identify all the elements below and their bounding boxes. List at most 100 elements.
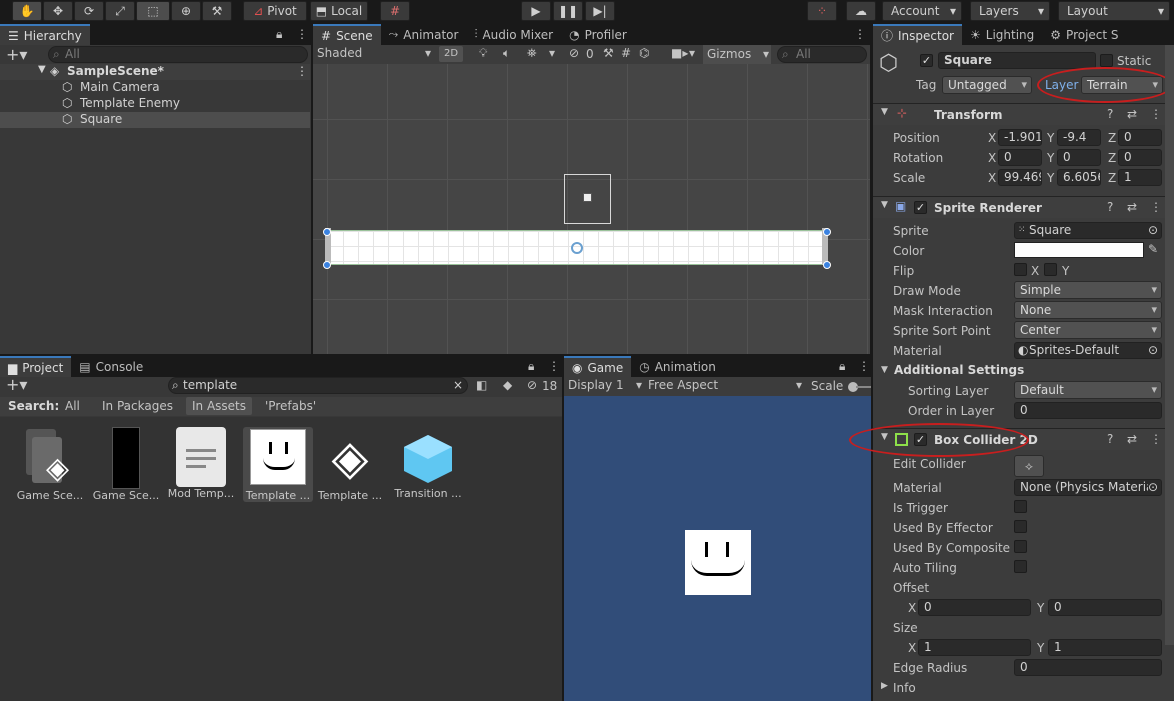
camera-icon[interactable]: ■▸ <box>671 46 688 60</box>
corner-handle[interactable] <box>823 261 831 269</box>
color-swatch[interactable] <box>1014 242 1144 258</box>
kebab-menu-icon[interactable]: ⋮ <box>296 27 308 41</box>
layout-dropdown[interactable]: Layout ▾ <box>1058 1 1170 21</box>
asset-item-selected[interactable]: Template ... <box>243 427 313 502</box>
object-picker-icon[interactable]: ⊙ <box>1148 343 1158 358</box>
flip-y-checkbox[interactable] <box>1044 263 1057 276</box>
info-foldout[interactable]: Info <box>893 681 916 695</box>
display-dropdown[interactable]: Display 1 ▾ <box>568 378 642 392</box>
auto-tiling-checkbox[interactable] <box>1014 560 1027 573</box>
transform-tool-button[interactable]: ⊕ <box>171 1 201 21</box>
transform-header[interactable]: ▼ ⊹ Transform ? ⇄ ⋮ <box>873 103 1168 125</box>
physics-material-field[interactable]: None (Physics Materia ⊙ <box>1014 479 1162 496</box>
used-by-composite-checkbox[interactable] <box>1014 540 1027 553</box>
position-z-field[interactable]: 0 <box>1118 129 1162 146</box>
kebab-menu-icon[interactable]: ⋮ <box>296 64 308 78</box>
preset-icon[interactable]: ⇄ <box>1127 107 1137 121</box>
gizmos-dropdown[interactable]: Gizmos ▾ <box>703 45 771 64</box>
tab-lighting[interactable]: ☀ Lighting <box>962 24 1042 45</box>
filter-in-assets[interactable]: In Assets <box>186 397 253 415</box>
clear-icon[interactable]: × <box>453 378 463 393</box>
edge-radius-field[interactable]: 0 <box>1014 659 1162 676</box>
kebab-menu-icon[interactable]: ⋮ <box>1150 200 1162 214</box>
tab-animator[interactable]: ⤳ Animator <box>381 24 467 45</box>
tab-console[interactable]: ▤ Console <box>71 356 151 377</box>
asset-item[interactable]: Transition ... <box>393 427 463 500</box>
kebab-menu-icon[interactable]: ⋮ <box>854 27 866 41</box>
hidden-packages-icon[interactable]: ⊘ <box>527 378 537 392</box>
scene-search-input[interactable]: ⌕ All <box>777 46 867 63</box>
tab-inspector[interactable]: ⓘ Inspector <box>873 24 962 45</box>
filter-in-packages[interactable]: In Packages <box>102 399 173 413</box>
preset-icon[interactable]: ⇄ <box>1127 200 1137 214</box>
help-icon[interactable]: ? <box>1107 432 1113 446</box>
hierarchy-search-input[interactable]: ⌕ All <box>48 46 308 63</box>
tab-scene[interactable]: # Scene <box>313 24 381 45</box>
filter-all[interactable]: All <box>65 399 80 413</box>
collapsed-arrow-icon[interactable]: ▶ <box>881 681 888 691</box>
hidden-objects-icon[interactable]: ⊘ <box>569 46 579 60</box>
effects-icon[interactable]: ⛯ <box>527 46 537 61</box>
scene-canvas[interactable] <box>313 64 870 354</box>
draw-mode-dropdown[interactable]: Simple <box>1014 281 1162 299</box>
game-view[interactable] <box>564 396 871 701</box>
position-x-field[interactable]: -1.901 <box>998 129 1042 146</box>
scale-tool-button[interactable]: ⤢ <box>105 1 135 21</box>
sort-point-dropdown[interactable]: Center <box>1014 321 1162 339</box>
tab-animation[interactable]: ◷ Animation <box>631 356 724 377</box>
used-by-effector-checkbox[interactable] <box>1014 520 1027 533</box>
scale-y-field[interactable]: 6.6056 <box>1057 169 1101 186</box>
filter-type-icon[interactable]: ◧ <box>476 378 487 392</box>
tab-project-settings[interactable]: ⚙ Project S <box>1042 24 1126 45</box>
scale-x-field[interactable]: 99.469 <box>998 169 1042 186</box>
kebab-menu-icon[interactable]: ⋮ <box>1150 432 1162 446</box>
pivot-handle[interactable] <box>571 242 583 254</box>
account-dropdown[interactable]: Account ▾ <box>882 1 962 21</box>
edit-collider-button[interactable]: ⟡ <box>1014 455 1044 477</box>
eyedropper-icon[interactable]: ✎ <box>1148 242 1158 256</box>
label-icon[interactable]: ◆ <box>503 378 512 392</box>
tab-hierarchy[interactable]: ☰ Hierarchy <box>0 24 90 45</box>
play-button[interactable]: ▶ <box>521 1 551 21</box>
collab-button[interactable]: ⁘ <box>807 1 837 21</box>
cloud-button[interactable]: ☁ <box>846 1 876 21</box>
hand-tool-button[interactable]: ✋ <box>12 1 42 21</box>
lock-icon[interactable]: 🔒︎ <box>528 359 534 374</box>
rect-tool-button[interactable]: ⬚ <box>136 1 170 21</box>
help-icon[interactable]: ? <box>1107 200 1113 214</box>
tab-project[interactable]: ▆ Project <box>0 356 72 377</box>
aspect-dropdown[interactable]: Free Aspect ▾ <box>648 378 802 392</box>
scale-z-field[interactable]: 1 <box>1118 169 1162 186</box>
sorting-layer-dropdown[interactable]: Default <box>1014 381 1162 399</box>
sprite-renderer-enabled-checkbox[interactable]: ✓ <box>914 201 927 214</box>
grid-icon[interactable]: # <box>621 46 631 60</box>
rotation-x-field[interactable]: 0 <box>998 149 1042 166</box>
position-y-field[interactable]: -9.4 <box>1057 129 1101 146</box>
add-icon[interactable]: +▾ <box>6 375 27 394</box>
asset-item[interactable]: Game Sce... <box>91 427 161 502</box>
tab-profiler[interactable]: ◔ Profiler <box>561 24 635 45</box>
grid-snap-button[interactable]: # <box>380 1 410 21</box>
flip-x-checkbox[interactable] <box>1014 263 1027 276</box>
snap-icon[interactable]: ⌬ <box>639 46 649 60</box>
scale-slider-track[interactable] <box>856 386 871 388</box>
sprite-renderer-header[interactable]: ▼ ▣ ✓ Sprite Renderer ? ⇄ ⋮ <box>873 196 1168 218</box>
asset-item[interactable]: ◈ Game Sce... <box>15 427 85 502</box>
tools-icon[interactable]: ⚒ <box>603 46 614 60</box>
material-field[interactable]: ◐ Sprites-Default ⊙ <box>1014 342 1162 359</box>
corner-handle[interactable] <box>323 228 331 236</box>
mode-2d-button[interactable]: 2D <box>439 46 463 62</box>
tab-audio-mixer[interactable]: ⫶ Audio Mixer <box>466 24 561 45</box>
corner-handle[interactable] <box>823 228 831 236</box>
pause-button[interactable]: ❚❚ <box>553 1 583 21</box>
rotate-tool-button[interactable]: ⟳ <box>74 1 104 21</box>
add-icon[interactable]: +▾ <box>6 45 27 64</box>
project-search-input[interactable]: ⌕ template × <box>168 377 468 394</box>
hierarchy-item-square[interactable]: ⬡ Square <box>0 112 310 128</box>
size-y-field[interactable]: 1 <box>1048 639 1162 656</box>
shading-dropdown[interactable]: Shaded ▾ <box>317 46 433 63</box>
additional-settings-foldout[interactable]: Additional Settings <box>894 363 1024 377</box>
asset-item[interactable]: Mod Temp... <box>166 427 236 500</box>
layers-dropdown[interactable]: Layers ▾ <box>970 1 1050 21</box>
pivot-button[interactable]: ⊿ Pivot <box>243 1 307 21</box>
